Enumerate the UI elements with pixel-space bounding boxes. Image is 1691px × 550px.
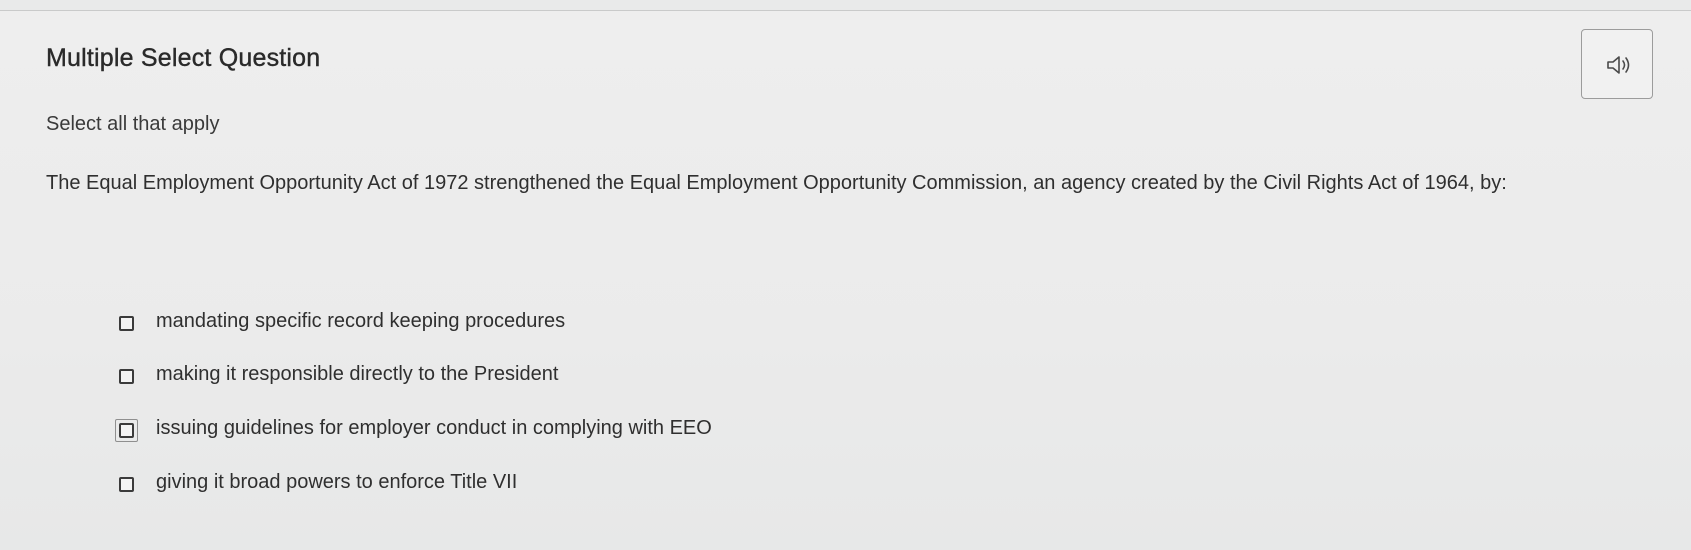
question-panel: Multiple Select Question Select all that…	[0, 10, 1691, 550]
checkbox-focused[interactable]	[115, 419, 138, 442]
speaker-icon	[1607, 56, 1630, 74]
option-label: mandating specific record keeping proced…	[156, 310, 566, 332]
checkbox[interactable]	[119, 369, 134, 384]
checkbox-inner	[119, 423, 134, 438]
instruction-text: Select all that apply	[46, 113, 220, 135]
option-label: issuing guidelines for employer conduct …	[156, 417, 712, 439]
option-label: giving it broad powers to enforce Title …	[156, 471, 518, 493]
option-label: making it responsible directly to the Pr…	[156, 363, 559, 385]
question-title: Multiple Select Question	[46, 44, 321, 72]
checkbox[interactable]	[119, 316, 134, 331]
question-prompt: The Equal Employment Opportunity Act of …	[46, 172, 1507, 194]
checkbox[interactable]	[119, 477, 134, 492]
read-aloud-button[interactable]	[1581, 29, 1653, 99]
